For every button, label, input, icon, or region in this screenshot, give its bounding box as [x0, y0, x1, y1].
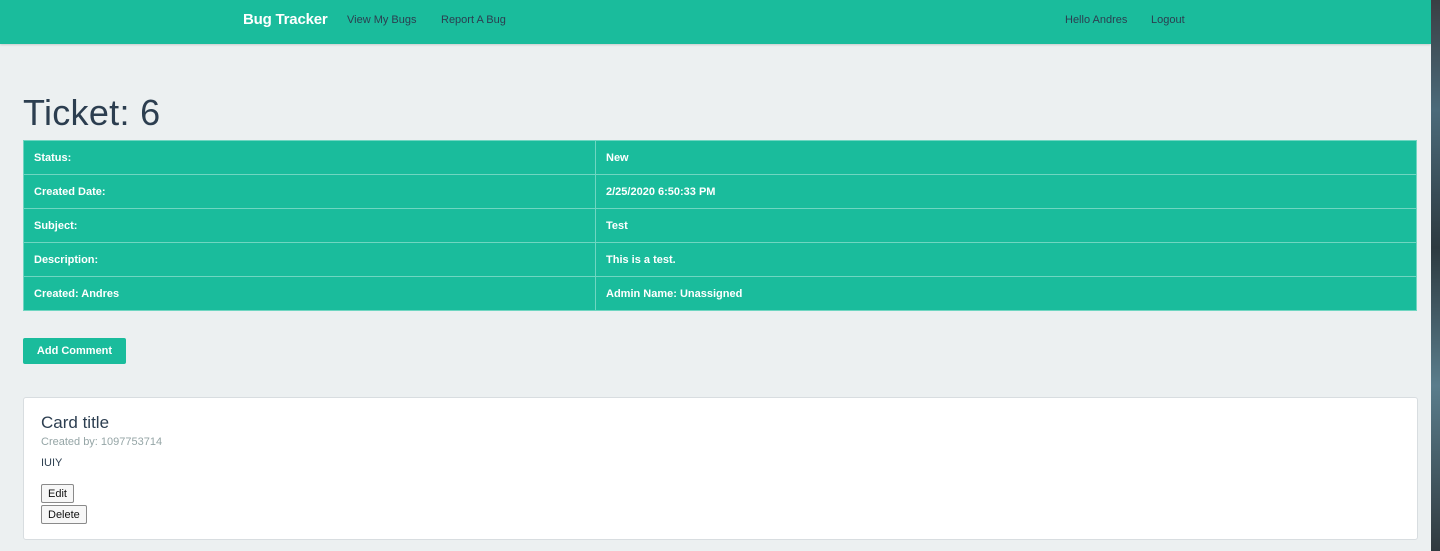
nav-view-my-bugs[interactable]: View My Bugs [347, 14, 417, 26]
add-comment-button[interactable]: Add Comment [23, 338, 126, 364]
created-date-label: Created Date: [23, 174, 596, 209]
subject-value: Test [595, 208, 1417, 243]
status-label: Status: [23, 140, 596, 175]
window-edge [1431, 0, 1440, 551]
card-subtitle: Created by: 1097753714 [41, 436, 163, 448]
subject-label: Subject: [23, 208, 596, 243]
ticket-details-table: Status: New Created Date: 2/25/2020 6:50… [23, 140, 1417, 311]
top-navbar: Bug Tracker View My Bugs Report A Bug He… [0, 0, 1431, 44]
nav-report-a-bug[interactable]: Report A Bug [441, 14, 506, 26]
description-label: Description: [23, 242, 596, 277]
table-row: Created: Andres Admin Name: Unassigned [23, 276, 1417, 311]
card-title: Card title [41, 413, 110, 432]
comment-card: Card title Created by: 1097753714 IUIY E… [23, 397, 1418, 540]
description-value: This is a test. [595, 242, 1417, 277]
card-text: IUIY [41, 457, 63, 469]
status-value: New [595, 140, 1417, 175]
table-row: Status: New [23, 140, 1417, 175]
brand-link[interactable]: Bug Tracker [243, 11, 328, 28]
created-by-cell: Created: Andres [23, 276, 596, 311]
user-greeting: Hello Andres [1065, 14, 1128, 26]
logout-link[interactable]: Logout [1151, 14, 1185, 26]
table-row: Subject: Test [23, 208, 1417, 243]
edit-button[interactable]: Edit [41, 484, 74, 503]
table-row: Created Date: 2/25/2020 6:50:33 PM [23, 174, 1417, 209]
admin-name-cell: Admin Name: Unassigned [595, 276, 1417, 311]
created-date-value: 2/25/2020 6:50:33 PM [595, 174, 1417, 209]
table-row: Description: This is a test. [23, 242, 1417, 277]
delete-button[interactable]: Delete [41, 505, 87, 524]
page-title: Ticket: 6 [23, 92, 161, 133]
